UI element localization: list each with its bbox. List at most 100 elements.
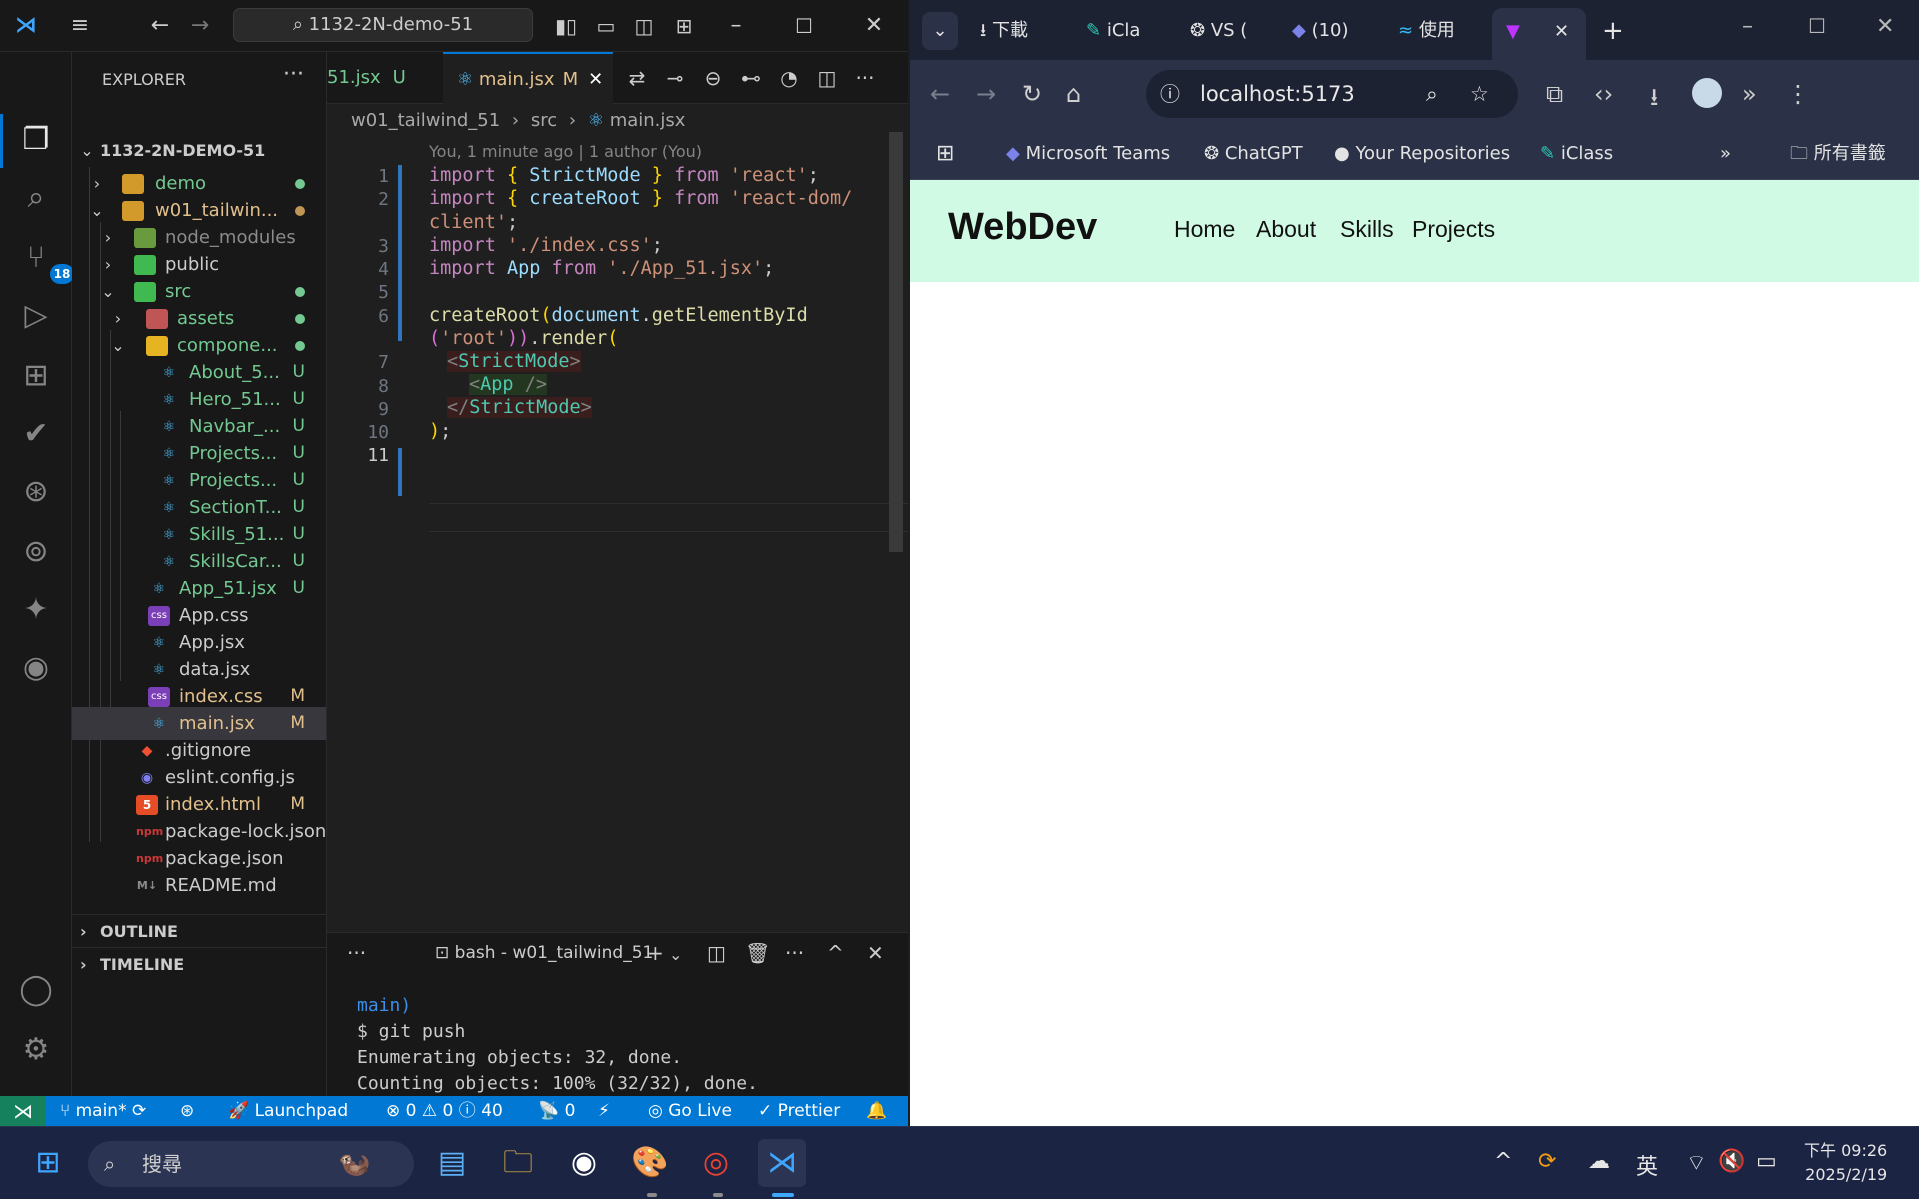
ime-indicator[interactable]: 英 [1636, 1149, 1658, 1181]
maximize-panel-icon[interactable]: ^ [827, 941, 844, 965]
lightning-icon[interactable]: ⚡ [598, 1096, 610, 1126]
overflow-chevrons-icon[interactable]: » [1720, 128, 1731, 180]
breadcrumb-folder[interactable]: w01_tailwind_51 [351, 110, 500, 131]
toggle-sidebar-icon[interactable]: ▮▯ [550, 10, 582, 42]
toggle-secondary-sidebar-icon[interactable]: ◫ [628, 10, 660, 42]
kebab-menu-icon[interactable]: ⋮ [1786, 80, 1810, 108]
code-line-9[interactable]: </StrictMode> [447, 397, 592, 418]
nav-link-home[interactable]: Home [1174, 216, 1235, 243]
forward-arrow-icon[interactable]: → [976, 80, 996, 108]
devtools-code-icon[interactable]: ‹› [1594, 80, 1613, 108]
tab-main-jsx[interactable]: ⚛ main.jsx M ✕ [443, 52, 613, 104]
git-graph-icon[interactable]: ⊛ [14, 470, 58, 514]
nav-link-projects[interactable]: Projects [1412, 216, 1495, 243]
sync-icon[interactable]: ⟳ [1538, 1149, 1556, 1174]
extensions-icon[interactable]: ⊞ [14, 354, 58, 398]
timeline-section[interactable]: › TIMELINE [72, 947, 326, 980]
code-line-3[interactable]: import './index.css'; [429, 235, 663, 256]
maximize-icon[interactable]: ☐ [1808, 14, 1826, 38]
show-hidden-icons-icon[interactable]: ^ [1494, 1149, 1512, 1174]
windows-start-icon[interactable]: ⊞ [24, 1139, 72, 1187]
gitlens-inspect-icon[interactable]: ⊚ [14, 530, 58, 574]
breadcrumb-file[interactable]: main.jsx [610, 110, 686, 131]
menu-icon[interactable]: ≡ [64, 10, 96, 42]
paint-icon[interactable]: 🎨 [626, 1139, 674, 1187]
browser-tab[interactable]: ≈ 使用 [1398, 12, 1488, 50]
browser-tab[interactable]: ✎ iCla [1086, 12, 1176, 50]
customize-layout-icon[interactable]: ⊞ [668, 10, 700, 42]
nav-link-about[interactable]: About [1256, 216, 1316, 243]
python-icon[interactable]: ✦ [14, 588, 58, 632]
browser-tab[interactable]: ❂ VS ( [1190, 12, 1280, 50]
app-icon[interactable]: ◉ [560, 1139, 608, 1187]
code-line-2-wrap[interactable]: client'; [429, 212, 518, 233]
browser-tab[interactable]: ⭳ 下載 [980, 12, 1070, 50]
manage-gear-icon[interactable]: ⚙ [14, 1028, 58, 1072]
bookmark-star-icon[interactable]: ☆ [1470, 70, 1489, 118]
code-line-1[interactable]: import { StrictMode } from 'react'; [429, 165, 819, 186]
open-changes-icon[interactable]: ⇄ [623, 64, 651, 92]
gitlens-icon[interactable]: ◔ [775, 64, 803, 92]
minimize-icon[interactable]: – [1742, 14, 1753, 39]
terminal-output[interactable]: main) $ git push Enumerating objects: 32, … [357, 993, 758, 1097]
file-explorer-icon[interactable]: 🗀 [494, 1139, 542, 1187]
code-line-7[interactable]: <StrictMode> [447, 351, 581, 372]
tab-app-51[interactable]: 51.jsx U [327, 52, 427, 104]
more-actions-icon[interactable]: ··· [785, 941, 804, 965]
outline-section[interactable]: › OUTLINE [72, 914, 326, 947]
trash-icon[interactable]: 🗑 [745, 941, 770, 965]
split-editor-icon[interactable]: ◫ [813, 64, 841, 92]
chrome-icon[interactable]: ◎ [692, 1139, 740, 1187]
more-views-icon[interactable]: ··· [347, 941, 366, 965]
bell-icon[interactable]: 🔔 [866, 1096, 887, 1126]
chevron-down-icon[interactable]: ⌄ [669, 945, 682, 964]
all-bookmarks[interactable]: 🗀 所有書籤 [1790, 128, 1886, 180]
reload-icon[interactable]: ↻ [1022, 80, 1042, 108]
go-live-status[interactable]: ◎ Go Live [648, 1096, 732, 1126]
site-info-icon[interactable]: ⓘ [1160, 70, 1180, 118]
back-arrow-icon[interactable]: ← [144, 10, 176, 42]
bookmark-iclass[interactable]: ✎ iClass [1540, 128, 1613, 180]
close-window-icon[interactable]: ✕ [858, 10, 890, 42]
zoom-icon[interactable]: ⌕ [1426, 70, 1438, 118]
code-line-2[interactable]: import { createRoot } from 'react-dom/ [429, 188, 852, 209]
next-change-icon[interactable]: ⊷ [737, 64, 765, 92]
close-tab-icon[interactable]: ✕ [1554, 8, 1569, 56]
prettier-status[interactable]: ✓ Prettier [758, 1096, 840, 1126]
nav-link-skills[interactable]: Skills [1340, 216, 1394, 243]
system-clock[interactable]: 下午 09:26 2025/2/19 [1804, 1139, 1887, 1187]
minimize-icon[interactable]: – [720, 10, 752, 42]
run-debug-icon[interactable]: ▷ [14, 294, 58, 338]
branch-status[interactable]: ⑂ main* ⟳ [60, 1096, 146, 1126]
tab-search-icon[interactable]: ⌄ [922, 12, 958, 50]
commit-icon[interactable]: ⊖ [699, 64, 727, 92]
tree-file[interactable]: M↓ README.md [72, 869, 326, 902]
apps-grid-icon[interactable]: ⊞ [936, 128, 954, 180]
code-line-8[interactable]: <App /> [469, 374, 547, 395]
code-line-6[interactable]: createRoot(document.getElementById [429, 305, 808, 326]
remote-icon[interactable]: ⋊ [0, 1096, 46, 1126]
notepad-icon[interactable]: ▤ [428, 1139, 476, 1187]
remote-explorer-icon[interactable]: ◉ [14, 646, 58, 690]
split-terminal-icon[interactable]: ◫ [707, 941, 726, 965]
problems-status[interactable]: ⊗ 0 ⚠ 0 ⓘ 40 [386, 1096, 503, 1126]
new-tab-icon[interactable]: + [1602, 12, 1634, 50]
explorer-files-icon[interactable]: ❐ [14, 118, 58, 162]
code-line-6-wrap[interactable]: ('root')).render( [429, 328, 618, 349]
search-icon[interactable]: ⌕ [14, 176, 58, 220]
overflow-chevrons-icon[interactable]: » [1742, 80, 1757, 108]
close-tab-icon[interactable]: ✕ [588, 69, 603, 90]
avatar[interactable] [1692, 78, 1722, 108]
editor-scrollbar[interactable] [889, 132, 903, 552]
back-arrow-icon[interactable]: ← [930, 80, 950, 108]
taskbar-search[interactable]: ⌕ 搜尋 🦦 [88, 1141, 414, 1187]
command-center[interactable]: ⌕ 1132-2N-demo-51 [233, 8, 533, 42]
testing-icon[interactable]: ✔ [14, 412, 58, 456]
more-actions-icon[interactable]: ··· [283, 62, 304, 87]
home-icon[interactable]: ⌂ [1066, 80, 1081, 108]
code-line-4[interactable]: import App from './App_51.jsx'; [429, 258, 774, 279]
breadcrumb-src[interactable]: src [531, 110, 557, 131]
source-control-icon[interactable]: ⑂ 18 [14, 236, 74, 284]
download-icon[interactable]: ⭳ [1650, 80, 1658, 121]
browser-tab-active[interactable]: ▼ ✕ [1492, 8, 1586, 60]
